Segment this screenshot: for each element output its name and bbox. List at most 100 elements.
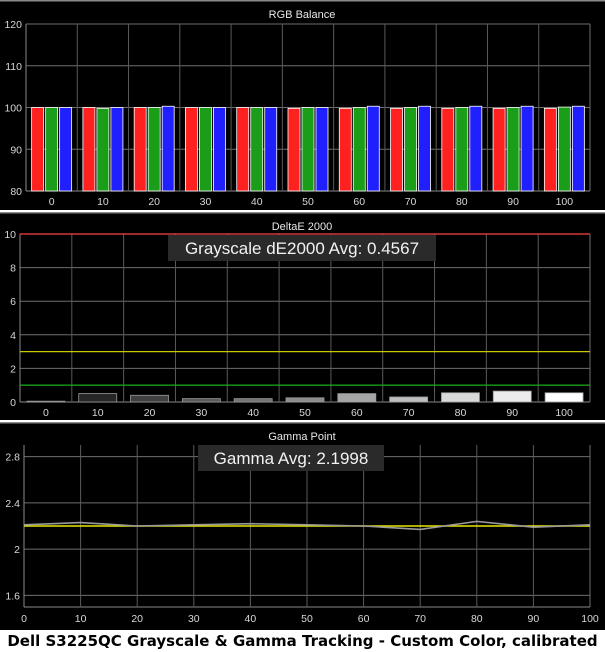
bar [337, 393, 377, 403]
bar [557, 106, 571, 192]
bar [418, 105, 431, 192]
bar [441, 107, 455, 192]
x-tick-label: 90 [528, 613, 540, 625]
charts-canvas: RGB Balance80901001101200 10 20 30 40 50 60 70 8… [0, 0, 605, 630]
bar [59, 107, 73, 192]
x-tick-label: 60 [351, 407, 363, 419]
bar [264, 107, 278, 192]
x-tick-label: 70 [403, 407, 415, 419]
x-tick-label: 50 [302, 196, 314, 208]
bar [181, 398, 221, 403]
bar [404, 107, 417, 192]
x-tick-label: 60 [353, 196, 365, 208]
x-tick-label: 70 [414, 613, 426, 625]
x-tick-label: 10 [92, 407, 104, 419]
x-tick-label: 20 [148, 196, 160, 208]
bar [161, 105, 175, 192]
bar [185, 107, 198, 192]
bar [301, 107, 315, 192]
chart-title: RGB Balance [269, 9, 336, 21]
y-tick-label: 10 [4, 229, 16, 241]
bar [441, 392, 480, 403]
bar [26, 400, 66, 403]
bar [236, 107, 250, 192]
bar [492, 390, 532, 403]
bar [390, 107, 403, 192]
x-tick-label: 50 [299, 407, 311, 419]
annotation-text: Gamma Avg: 2.1998 [214, 449, 369, 468]
bar [213, 107, 226, 192]
bar [147, 107, 161, 192]
bar [543, 107, 557, 192]
x-tick-label: 80 [471, 613, 483, 625]
x-tick-label: 0 [21, 613, 27, 625]
bar [45, 107, 59, 192]
y-tick-label: 2 [14, 544, 20, 556]
bar [110, 107, 124, 192]
bar [544, 392, 584, 403]
y-tick-label: 6 [10, 296, 16, 308]
x-tick-label: 30 [188, 613, 200, 625]
x-tick-label: 40 [251, 196, 263, 208]
y-tick-label: 80 [10, 186, 22, 198]
bar [130, 394, 169, 403]
bar [199, 107, 212, 192]
x-tick-label: 60 [358, 613, 370, 625]
x-tick-label: 20 [144, 407, 156, 419]
y-tick-label: 2.4 [5, 498, 20, 510]
bar [96, 107, 110, 192]
x-tick-label: 10 [75, 613, 87, 625]
x-tick-label: 80 [456, 196, 468, 208]
bar [469, 105, 483, 192]
y-tick-label: 1.6 [5, 590, 20, 602]
bar [78, 393, 118, 403]
x-tick-label: 70 [405, 196, 417, 208]
x-tick-label: 0 [49, 196, 55, 208]
bar [338, 107, 352, 192]
bar [520, 105, 534, 192]
panel-top-border [0, 422, 605, 424]
bar [492, 107, 506, 192]
x-tick-label: 80 [455, 407, 467, 419]
x-tick-label: 40 [247, 407, 259, 419]
y-tick-label: 90 [10, 144, 22, 156]
y-tick-label: 4 [10, 330, 16, 342]
y-tick-label: 0 [10, 397, 16, 409]
y-tick-label: 110 [5, 61, 22, 73]
x-tick-label: 100 [556, 196, 574, 208]
x-tick-label: 30 [200, 196, 212, 208]
bar [455, 107, 469, 192]
y-tick-label: 100 [4, 103, 22, 115]
panel-top-border [0, 0, 605, 2]
y-tick-label: 8 [10, 263, 16, 275]
annotation-text: Grayscale dE2000 Avg: 0.4567 [185, 239, 419, 258]
bar [250, 107, 264, 192]
y-tick-label: 2 [10, 363, 16, 375]
x-tick-label: 40 [245, 613, 257, 625]
y-tick-label: 120 [4, 19, 22, 31]
x-tick-label: 100 [555, 407, 573, 419]
bar [31, 107, 45, 192]
bar [571, 105, 585, 192]
bar [82, 107, 96, 192]
x-tick-label: 90 [507, 196, 519, 208]
chart-panel-1: RGB Balance 80 90 100 110 120 0 10 20 30 40 50 60 70 8… [0, 0, 605, 210]
x-tick-label: 20 [131, 613, 143, 625]
x-tick-label: 50 [301, 613, 313, 625]
chart-title: Gamma Point [268, 431, 335, 443]
bar [506, 107, 520, 192]
bar [389, 396, 429, 403]
panel-top-border [0, 212, 605, 214]
figure-caption: Dell S3225QC Grayscale & Gamma Tracking … [7, 632, 598, 650]
x-tick-label: 30 [196, 407, 208, 419]
chart-title: DeltaE 2000 [272, 221, 333, 233]
chart-panel-2: DeltaE 200002468100 10 20 30 40 50 60 70 80 90 100… [0, 212, 605, 420]
bar [315, 107, 329, 192]
bar [287, 107, 301, 192]
bar [352, 107, 366, 192]
x-tick-label: 10 [97, 196, 109, 208]
x-tick-label: 0 [43, 407, 49, 419]
y-tick-label: 2.8 [5, 452, 20, 464]
bar [233, 398, 273, 403]
x-tick-label: 100 [581, 613, 599, 625]
